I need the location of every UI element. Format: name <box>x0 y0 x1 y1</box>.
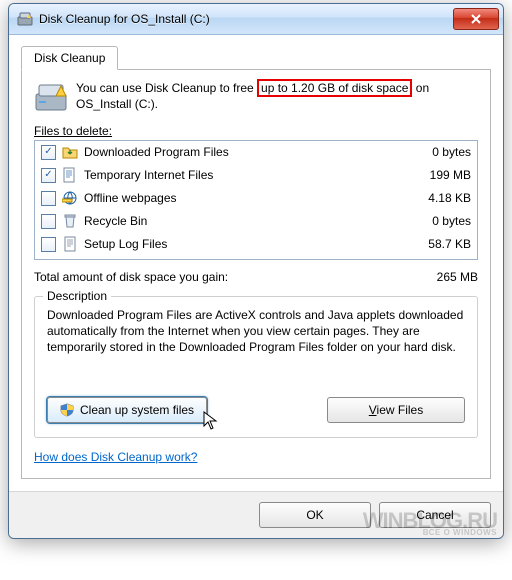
intro-prefix: You can use Disk Cleanup to free <box>76 81 257 95</box>
list-item-label: Recycle Bin <box>84 214 405 228</box>
description-title: Description <box>43 289 111 303</box>
description-group: Description Downloaded Program Files are… <box>34 296 478 438</box>
tab-disk-cleanup[interactable]: Disk Cleanup <box>21 46 118 70</box>
dialog-footer: OK Cancel WINBLOG.RU ВСЕ О WINDOWS <box>9 491 503 538</box>
checkbox[interactable] <box>41 237 56 252</box>
list-item-label: Downloaded Program Files <box>84 145 405 159</box>
help-link[interactable]: How does Disk Cleanup work? <box>34 450 197 464</box>
offline-web-icon <box>62 190 78 206</box>
app-icon <box>17 11 33 27</box>
tab-strip: Disk Cleanup <box>21 46 491 70</box>
internet-file-icon <box>62 167 78 183</box>
list-item-size: 199 MB <box>411 168 471 182</box>
cancel-label: Cancel <box>416 508 453 522</box>
folder-download-icon <box>62 144 78 160</box>
cleanup-system-files-label: Clean up system files <box>80 403 194 417</box>
watermark-line2: ВСЕ О WINDOWS <box>363 530 497 536</box>
cancel-button[interactable]: Cancel <box>379 502 491 528</box>
files-list[interactable]: Downloaded Program Files 0 bytes Tempora… <box>34 140 478 260</box>
total-row: Total amount of disk space you gain: 265… <box>34 270 478 284</box>
list-item-size: 0 bytes <box>411 214 471 228</box>
titlebar[interactable]: Disk Cleanup for OS_Install (C:) <box>9 4 503 35</box>
intro-highlight: up to 1.20 GB of disk space <box>257 79 412 97</box>
list-item-label: Temporary Internet Files <box>84 168 405 182</box>
uac-shield-icon <box>60 403 74 417</box>
intro-text: You can use Disk Cleanup to free up to 1… <box>76 80 478 112</box>
ok-label: OK <box>306 508 323 522</box>
list-item[interactable]: Offline webpages 4.18 KB <box>35 187 477 210</box>
ok-button[interactable]: OK <box>259 502 371 528</box>
view-files-button[interactable]: View Files <box>327 397 465 423</box>
dialog-window: Disk Cleanup for OS_Install (C:) Disk Cl… <box>8 3 504 539</box>
checkbox[interactable] <box>41 145 56 160</box>
disk-cleanup-icon <box>34 80 68 114</box>
list-item-size: 0 bytes <box>411 145 471 159</box>
client-area: Disk Cleanup You can use Disk Cleanup to… <box>9 35 503 491</box>
total-label: Total amount of disk space you gain: <box>34 270 437 284</box>
list-item[interactable]: Temporary Internet Files 199 MB <box>35 164 477 187</box>
intro-block: You can use Disk Cleanup to free up to 1… <box>34 80 478 114</box>
close-button[interactable] <box>453 8 499 30</box>
list-item-size: 58.7 KB <box>411 237 471 251</box>
view-files-label: View Files <box>369 403 423 417</box>
checkbox[interactable] <box>41 214 56 229</box>
setup-log-icon <box>62 236 78 252</box>
list-item-label: Setup Log Files <box>84 237 405 251</box>
total-value: 265 MB <box>437 270 478 284</box>
checkbox[interactable] <box>41 191 56 206</box>
tab-panel: You can use Disk Cleanup to free up to 1… <box>21 69 491 479</box>
recycle-bin-icon <box>62 213 78 229</box>
list-item-label: Offline webpages <box>84 191 405 205</box>
window-title: Disk Cleanup for OS_Install (C:) <box>39 12 453 26</box>
list-item[interactable]: Downloaded Program Files 0 bytes <box>35 141 477 164</box>
files-to-delete-label: Files to delete: <box>34 124 478 138</box>
description-text: Downloaded Program Files are ActiveX con… <box>47 307 465 379</box>
list-item[interactable]: Setup Log Files 58.7 KB <box>35 233 477 256</box>
checkbox[interactable] <box>41 168 56 183</box>
list-item[interactable]: Recycle Bin 0 bytes <box>35 210 477 233</box>
list-item-size: 4.18 KB <box>411 191 471 205</box>
cleanup-system-files-button[interactable]: Clean up system files <box>47 397 207 423</box>
